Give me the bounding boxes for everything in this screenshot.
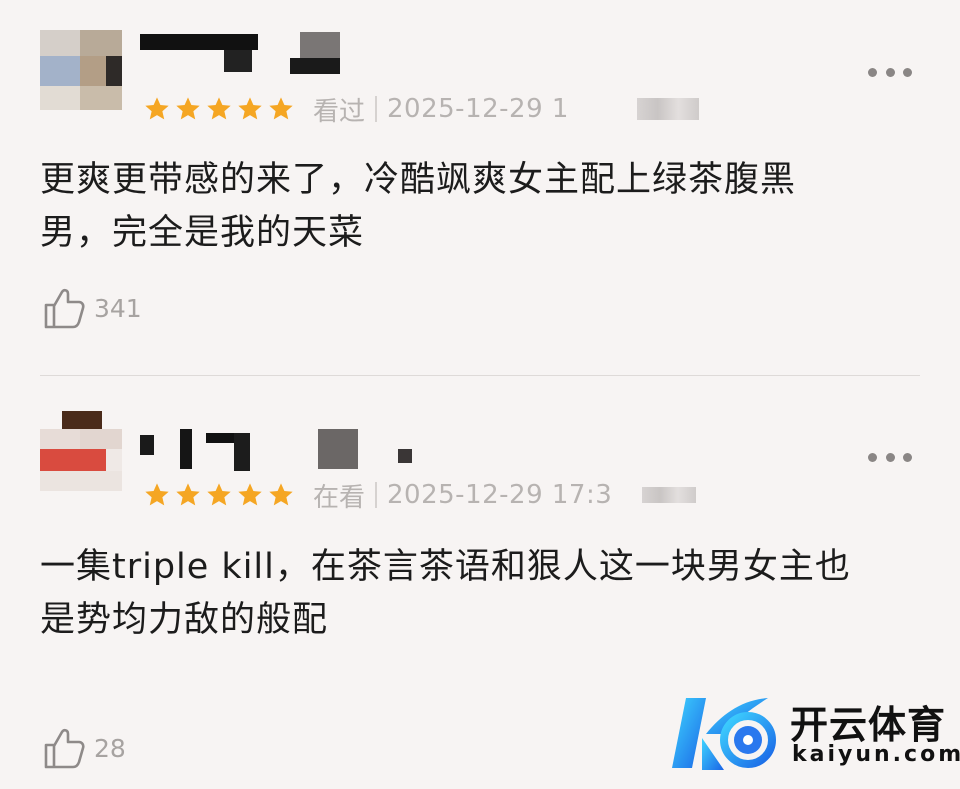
star-rating: [142, 481, 297, 509]
star-icon: [266, 481, 297, 509]
review-text-line: 男，完全是我的天菜: [40, 213, 365, 253]
like-button[interactable]: 341: [40, 286, 142, 330]
review-text-line: 更爽更带感的来了，冷酷飒爽女主配上绿茶腹黑: [40, 160, 797, 200]
rating-row: 看过 2025-12-29 1: [142, 94, 699, 127]
like-button[interactable]: 28: [40, 726, 126, 770]
brand-name-cn: 开云体育: [790, 703, 947, 747]
star-icon: [204, 95, 235, 123]
more-options-icon[interactable]: [868, 62, 912, 82]
review-text-line: 是势均力敌的般配: [40, 600, 329, 640]
thumbs-up-icon: [40, 724, 88, 772]
username-redacted[interactable]: [140, 30, 360, 78]
rating-row: 在看 2025-12-29 17:3: [142, 480, 697, 513]
star-icon: [235, 481, 266, 509]
location-redacted: [642, 487, 697, 503]
like-count: 28: [94, 733, 126, 763]
review-text: 更爽更带感的来了，冷酷飒爽女主配上绿茶腹黑 男，完全是我的天菜: [40, 154, 920, 260]
review-text: 一集triple kill，在茶言茶语和狠人这一块男女主也 是势均力敌的般配: [40, 541, 920, 647]
timestamp: 2025-12-29 17:3: [387, 480, 613, 510]
divider-bar: [375, 482, 378, 508]
star-icon: [266, 95, 297, 123]
watch-status: 在看: [313, 482, 366, 513]
star-icon: [204, 481, 235, 509]
star-icon: [235, 95, 266, 123]
review-card: 看过 2025-12-29 1 更爽更带感的来了，冷酷飒爽女主配上绿茶腹黑 男，…: [0, 0, 960, 376]
avatar[interactable]: [40, 411, 122, 491]
review-divider: [40, 375, 920, 376]
avatar[interactable]: [40, 30, 122, 110]
review-text-line: 一集triple kill，在茶言茶语和狠人这一块男女主也: [40, 547, 851, 587]
star-icon: [142, 481, 173, 509]
more-options-icon[interactable]: [868, 447, 912, 467]
location-redacted: [636, 98, 699, 120]
timestamp: 2025-12-29 1: [387, 94, 569, 124]
username-redacted[interactable]: [140, 429, 412, 477]
star-icon: [142, 95, 173, 123]
divider-bar: [375, 96, 378, 122]
thumbs-up-icon: [40, 284, 88, 332]
star-rating: [142, 95, 297, 123]
watch-status: 看过: [313, 96, 366, 127]
watermark: 开云体育 kaiyun.com: [672, 690, 960, 780]
like-count: 341: [94, 293, 142, 323]
kaiyun-logo-icon: [672, 698, 776, 770]
star-icon: [173, 481, 204, 509]
star-icon: [173, 95, 204, 123]
brand-domain: kaiyun.com: [792, 742, 960, 767]
